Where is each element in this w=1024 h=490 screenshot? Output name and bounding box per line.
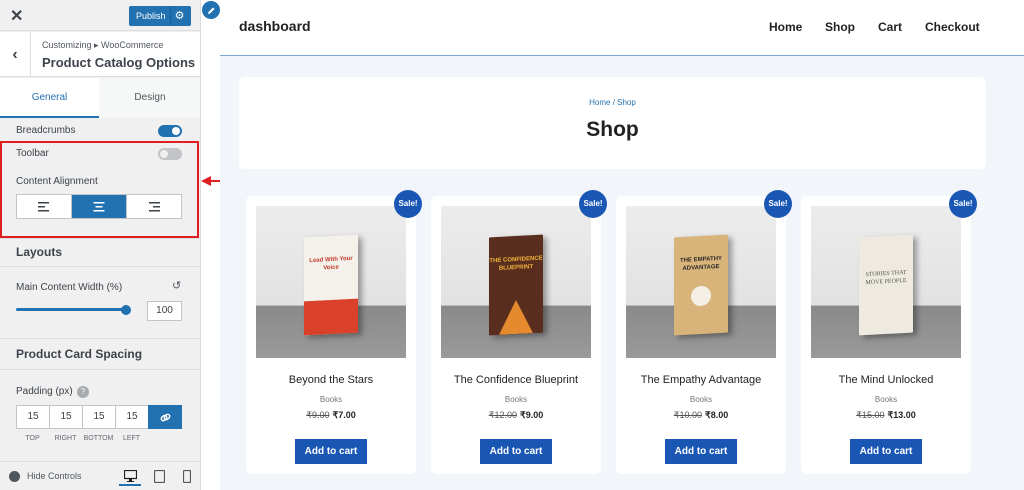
padding-label: Padding (px) bbox=[16, 386, 73, 397]
mobile-preview-icon[interactable] bbox=[176, 467, 198, 486]
customizer-panel: ✕ Publish ⚙ ‹ Customizing ▸ WooCommerce … bbox=[0, 0, 201, 490]
sale-price: ₹8.00 bbox=[705, 410, 729, 420]
site-preview: dashboard Home Shop Cart Checkout Home /… bbox=[220, 0, 1024, 490]
product-card[interactable]: THE EMPATHY ADVANTAGE Sale! The Empathy … bbox=[616, 190, 792, 474]
gear-icon[interactable]: ⚙ bbox=[170, 6, 188, 26]
product-image[interactable]: STORIES THAT MOVE PEOPLE bbox=[811, 206, 961, 358]
product-name[interactable]: The Mind Unlocked bbox=[801, 374, 971, 386]
main-content-width-label: Main Content Width (%) bbox=[16, 282, 123, 293]
divider bbox=[0, 338, 200, 339]
product-category[interactable]: Books bbox=[431, 395, 601, 404]
publish-label: Publish bbox=[136, 11, 166, 21]
nav-home[interactable]: Home bbox=[769, 20, 802, 34]
width-number-input[interactable]: 100 bbox=[147, 301, 182, 321]
close-icon[interactable]: ✕ bbox=[10, 6, 23, 26]
page-title: Shop bbox=[586, 118, 639, 141]
product-name[interactable]: The Empathy Advantage bbox=[616, 374, 786, 386]
add-to-cart-button[interactable]: Add to cart bbox=[665, 439, 737, 464]
section-title: Product Catalog Options bbox=[42, 55, 196, 70]
book-cover: Lead With Your Voice bbox=[304, 234, 358, 336]
tab-general[interactable]: General bbox=[0, 78, 99, 118]
product-image[interactable]: Lead With Your Voice bbox=[256, 206, 406, 358]
breadcrumb[interactable]: Home / Shop bbox=[239, 98, 986, 107]
nav-cart[interactable]: Cart bbox=[878, 20, 902, 34]
width-slider-track[interactable] bbox=[16, 308, 126, 311]
product-price: ₹9.00 ₹7.00 bbox=[246, 410, 416, 421]
footer-bar: Hide Controls bbox=[0, 461, 200, 490]
product-name[interactable]: The Confidence Blueprint bbox=[431, 374, 601, 386]
sale-badge: Sale! bbox=[949, 190, 977, 218]
padding-left-label: LEFT bbox=[122, 435, 141, 442]
publish-button[interactable]: Publish ⚙ bbox=[129, 6, 191, 26]
sale-badge: Sale! bbox=[394, 190, 422, 218]
sale-badge: Sale! bbox=[579, 190, 607, 218]
help-icon[interactable]: ? bbox=[77, 386, 89, 398]
annotation-arrow-head bbox=[201, 176, 211, 186]
add-to-cart-button[interactable]: Add to cart bbox=[480, 439, 552, 464]
book-cover: THE EMPATHY ADVANTAGE bbox=[674, 234, 728, 336]
link-values-button[interactable] bbox=[148, 405, 182, 429]
product-price: ₹10.00 ₹8.00 bbox=[616, 410, 786, 421]
old-price: ₹9.00 bbox=[306, 410, 330, 420]
padding-labels: TOP RIGHT BOTTOM LEFT bbox=[16, 435, 148, 442]
site-title[interactable]: dashboard bbox=[239, 18, 311, 34]
book-cover: STORIES THAT MOVE PEOPLE bbox=[859, 234, 913, 336]
old-price: ₹12.00 bbox=[488, 410, 517, 420]
product-category[interactable]: Books bbox=[801, 395, 971, 404]
breadcrumbs-label: Breadcrumbs bbox=[16, 125, 76, 136]
padding-top-label: TOP bbox=[25, 435, 40, 442]
padding-bottom-input[interactable]: 15 bbox=[82, 405, 115, 429]
product-price: ₹12.00 ₹9.00 bbox=[431, 410, 601, 421]
product-category[interactable]: Books bbox=[246, 395, 416, 404]
nav-shop[interactable]: Shop bbox=[825, 20, 855, 34]
tablet-preview-icon[interactable] bbox=[148, 467, 170, 486]
product-card[interactable]: Lead With Your Voice Sale! Beyond the St… bbox=[246, 190, 422, 474]
width-slider-handle[interactable] bbox=[121, 305, 131, 315]
padding-right-input[interactable]: 15 bbox=[49, 405, 82, 429]
padding-top-input[interactable]: 15 bbox=[16, 405, 49, 429]
product-image[interactable]: THE CONFIDENCE BLUEPRINT bbox=[441, 206, 591, 358]
padding-left-input[interactable]: 15 bbox=[115, 405, 148, 429]
product-card[interactable]: STORIES THAT MOVE PEOPLE Sale! The Mind … bbox=[801, 190, 977, 474]
nav-checkout[interactable]: Checkout bbox=[925, 20, 980, 34]
hide-controls-icon[interactable] bbox=[9, 471, 20, 482]
reset-icon[interactable]: ↺ bbox=[172, 279, 181, 292]
site-header: dashboard Home Shop Cart Checkout bbox=[220, 0, 1024, 56]
sale-badge: Sale! bbox=[764, 190, 792, 218]
divider bbox=[0, 266, 200, 267]
divider bbox=[0, 238, 200, 239]
page-hero: Home / Shop Shop bbox=[239, 77, 986, 169]
sale-price: ₹9.00 bbox=[520, 410, 544, 420]
back-chevron-icon[interactable]: ‹ bbox=[0, 32, 31, 77]
edit-shortcut-pencil-icon[interactable] bbox=[202, 1, 220, 19]
padding-right-label: RIGHT bbox=[54, 435, 77, 442]
section-header: ‹ Customizing ▸ WooCommerce Product Cata… bbox=[0, 32, 200, 77]
sale-price: ₹7.00 bbox=[332, 410, 356, 420]
customizer-breadcrumb: Customizing ▸ WooCommerce bbox=[42, 40, 164, 50]
old-price: ₹10.00 bbox=[673, 410, 702, 420]
tab-bar: General Design bbox=[0, 78, 200, 118]
product-image[interactable]: THE EMPATHY ADVANTAGE bbox=[626, 206, 776, 358]
padding-bottom-label: BOTTOM bbox=[83, 435, 114, 442]
product-card-spacing-heading: Product Card Spacing bbox=[16, 347, 143, 361]
product-category[interactable]: Books bbox=[616, 395, 786, 404]
layouts-heading: Layouts bbox=[16, 245, 63, 259]
desktop-preview-icon[interactable] bbox=[119, 467, 141, 486]
hide-controls-button[interactable]: Hide Controls bbox=[27, 471, 82, 481]
old-price: ₹15.00 bbox=[856, 410, 885, 420]
highlight-box bbox=[0, 141, 199, 238]
add-to-cart-button[interactable]: Add to cart bbox=[850, 439, 922, 464]
product-name[interactable]: Beyond the Stars bbox=[246, 374, 416, 386]
product-price: ₹15.00 ₹13.00 bbox=[801, 410, 971, 421]
breadcrumbs-toggle[interactable] bbox=[158, 125, 182, 137]
add-to-cart-button[interactable]: Add to cart bbox=[295, 439, 367, 464]
tab-design[interactable]: Design bbox=[99, 78, 200, 118]
sale-price: ₹13.00 bbox=[887, 410, 916, 420]
product-card[interactable]: THE CONFIDENCE BLUEPRINT Sale! The Confi… bbox=[431, 190, 607, 474]
book-cover: THE CONFIDENCE BLUEPRINT bbox=[489, 234, 543, 336]
padding-inputs: 15 15 15 15 bbox=[16, 405, 182, 429]
divider bbox=[0, 369, 200, 370]
link-icon bbox=[160, 413, 170, 421]
customizer-topbar: ✕ Publish ⚙ bbox=[0, 0, 200, 31]
